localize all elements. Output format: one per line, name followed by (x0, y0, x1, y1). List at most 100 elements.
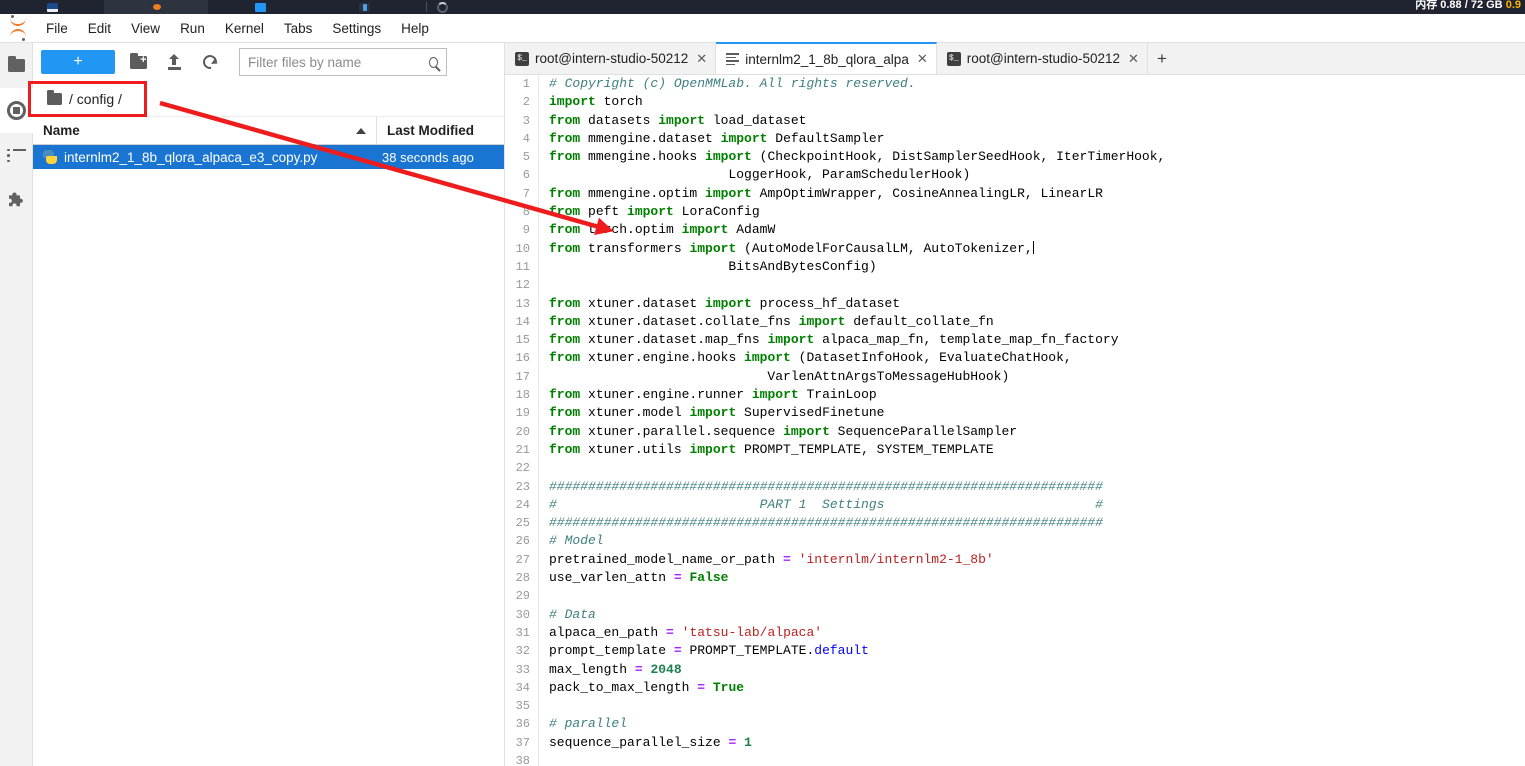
file-name-cell[interactable]: internlm2_1_8b_qlora_alpaca_e3_copy.py (33, 150, 376, 165)
menu-run[interactable]: Run (170, 17, 215, 40)
code-line-13[interactable]: 13 from xtuner.dataset import process_hf_… (505, 294, 1525, 313)
code-line-3[interactable]: 3 from datasets import load_dataset (505, 111, 1525, 130)
line-number: 24 (505, 495, 539, 515)
code-line-33[interactable]: 33 max_length = 2048 (505, 660, 1525, 679)
code-line-21[interactable]: 21 from xtuner.utils import PROMPT_TEMPLA… (505, 440, 1525, 460)
refresh-button[interactable] (197, 50, 223, 74)
line-text: from xtuner.engine.runner import TrainLo… (549, 387, 877, 403)
code-line-17[interactable]: 17 VarlenAttnArgsToMessageHubHook) (505, 367, 1525, 387)
browser-tab-3[interactable] (208, 0, 312, 14)
code-line-24[interactable]: 24 # PART 1 Settings # (505, 495, 1525, 515)
column-header-name[interactable]: Name (33, 123, 376, 138)
line-text: prompt_template = PROMPT_TEMPLATE.defaul… (549, 643, 869, 659)
file-browser-panel: + / config / Name Last Modified intern (33, 43, 505, 766)
upload-button[interactable] (161, 50, 187, 74)
code-line-37[interactable]: 37 sequence_parallel_size = 1 (505, 733, 1525, 752)
code-line-6[interactable]: 6 LoggerHook, ParamSchedulerHook) (505, 166, 1525, 185)
line-number: 12 (505, 276, 539, 295)
file-modified-cell: 38 seconds ago (382, 149, 474, 165)
code-line-32[interactable]: 32 prompt_template = PROMPT_TEMPLATE.defa… (505, 642, 1525, 661)
code-line-9[interactable]: 9 from torch.optim import AdamW (505, 221, 1525, 240)
line-number: 8 (505, 203, 539, 222)
menu-tabs[interactable]: Tabs (274, 17, 323, 40)
code-line-14[interactable]: 14 from xtuner.dataset.collate_fns import… (505, 312, 1525, 332)
tab-label: root@intern-studio-50212 (966, 51, 1121, 66)
code-line-7[interactable]: 7 from mmengine.optim import AmpOptimWrap… (505, 184, 1525, 204)
code-line-16[interactable]: 16 from xtuner.engine.hooks import (Datas… (505, 349, 1525, 368)
tab-file-editor[interactable]: internlm2_1_8b_qlora_alpa ✕ (716, 42, 937, 74)
browser-tab-2[interactable] (104, 0, 208, 14)
code-line-11[interactable]: 11 BitsAndBytesConfig) (505, 257, 1525, 277)
puzzle-piece-icon (8, 192, 23, 206)
filter-files-box[interactable] (239, 48, 447, 76)
browser-tab-4[interactable] (312, 0, 416, 14)
menu-edit[interactable]: Edit (78, 17, 121, 40)
code-line-18[interactable]: 18 from xtuner.engine.runner import Train… (505, 386, 1525, 405)
filter-files-input[interactable] (248, 54, 425, 70)
folder-icon (47, 89, 62, 105)
code-line-4[interactable]: 4 from mmengine.dataset import DefaultSam… (505, 129, 1525, 149)
code-line-29[interactable]: 29 (505, 587, 1525, 606)
line-number: 10 (505, 239, 539, 258)
line-text: # Model (549, 533, 604, 549)
code-line-25[interactable]: 25 ######################################… (505, 514, 1525, 533)
new-folder-button[interactable] (125, 50, 151, 74)
tab-terminal-2[interactable]: $_ root@intern-studio-50212 ✕ (936, 43, 1148, 74)
tab-close-icon[interactable]: ✕ (1128, 51, 1139, 67)
code-editor[interactable]: 1 # Copyright (c) OpenMMLab. All rights r… (505, 75, 1525, 766)
sort-ascending-icon[interactable] (356, 127, 366, 134)
line-number: 38 (505, 751, 539, 766)
jupyter-logo-icon[interactable] (0, 14, 36, 43)
code-line-38[interactable]: 38 (505, 751, 1525, 766)
browser-tab-1[interactable] (0, 0, 104, 14)
code-line-30[interactable]: 30 # Data (505, 605, 1525, 624)
code-line-23[interactable]: 23 ######################################… (505, 477, 1525, 496)
code-line-1[interactable]: 1 # Copyright (c) OpenMMLab. All rights r… (505, 75, 1525, 94)
code-line-28[interactable]: 28 use_varlen_attn = False (505, 569, 1525, 588)
code-line-8[interactable]: 8 from peft import LoraConfig (505, 203, 1525, 222)
line-number: 9 (505, 221, 539, 240)
sidebar-item-running-sessions[interactable] (0, 88, 33, 133)
new-launcher-button[interactable]: + (41, 50, 115, 74)
code-line-26[interactable]: 26 # Model (505, 532, 1525, 551)
tab-close-icon[interactable]: ✕ (696, 51, 707, 67)
code-line-12[interactable]: 12 (505, 276, 1525, 295)
file-list-item[interactable]: internlm2_1_8b_qlora_alpaca_e3_copy.py 3… (33, 145, 504, 169)
line-number: 36 (505, 715, 539, 734)
site-favicon-icon (254, 2, 266, 12)
menu-file[interactable]: File (36, 17, 78, 40)
line-number: 29 (505, 587, 539, 606)
code-line-31[interactable]: 31 alpaca_en_path = 'tatsu-lab/alpaca' (505, 623, 1525, 643)
menu-settings[interactable]: Settings (322, 17, 391, 40)
tab-close-icon[interactable]: ✕ (917, 51, 928, 67)
code-line-2[interactable]: 2 import torch (505, 93, 1525, 112)
code-line-27[interactable]: 27 pretrained_model_name_or_path = 'inter… (505, 550, 1525, 570)
new-tab-button[interactable]: + (1148, 43, 1176, 74)
code-line-19[interactable]: 19 from xtuner.model import SupervisedFin… (505, 404, 1525, 423)
tab-terminal-1[interactable]: $_ root@intern-studio-50212 ✕ (505, 43, 717, 74)
line-number: 15 (505, 331, 539, 350)
sidebar-item-commands[interactable] (0, 133, 33, 178)
sidebar-item-extensions[interactable] (0, 178, 33, 223)
sidebar-item-file-browser[interactable] (0, 43, 33, 88)
line-text: from mmengine.dataset import DefaultSamp… (549, 130, 885, 146)
line-number: 25 (505, 514, 539, 533)
site-favicon-icon (46, 2, 58, 12)
code-line-22[interactable]: 22 (505, 459, 1525, 478)
menu-view[interactable]: View (121, 17, 170, 40)
menu-help[interactable]: Help (391, 17, 439, 40)
code-line-10[interactable]: 10 from transformers import (AutoModelFor… (505, 239, 1525, 258)
code-line-5[interactable]: 5 from mmengine.hooks import (CheckpointH… (505, 148, 1525, 167)
column-header-last-modified-label: Last Modified (387, 123, 474, 138)
code-line-35[interactable]: 35 (505, 697, 1525, 716)
breadcrumb[interactable]: / config / (33, 81, 504, 117)
line-number: 30 (505, 605, 539, 624)
breadcrumb-config-path[interactable]: / config / (69, 91, 122, 107)
file-browser-toolbar: + (33, 43, 504, 81)
code-line-36[interactable]: 36 # parallel (505, 715, 1525, 734)
column-header-last-modified[interactable]: Last Modified (376, 117, 504, 144)
code-line-15[interactable]: 15 from xtuner.dataset.map_fns import alp… (505, 331, 1525, 350)
code-line-34[interactable]: 34 pack_to_max_length = True (505, 678, 1525, 698)
code-line-20[interactable]: 20 from xtuner.parallel.sequence import S… (505, 422, 1525, 441)
menu-kernel[interactable]: Kernel (215, 17, 274, 40)
